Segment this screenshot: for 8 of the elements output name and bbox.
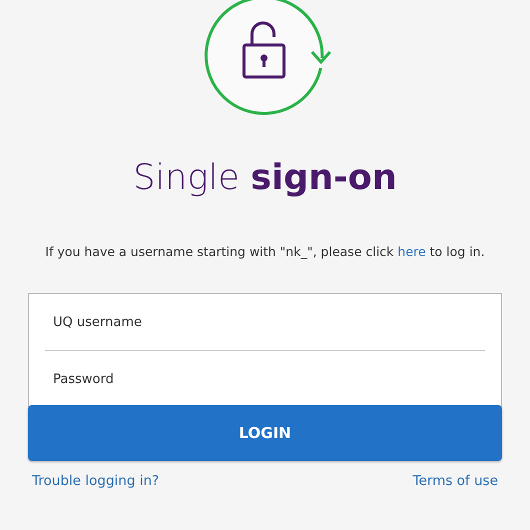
here-link[interactable]: here [398, 244, 426, 259]
input-field[interactable]: UQ username [28, 293, 502, 350]
page-title: Single sign-on [133, 158, 397, 198]
input-field[interactable]: Password [28, 351, 502, 407]
login-button[interactable]: LOGIN [28, 405, 502, 461]
notice-text: If you have a username starting with "nk_", please click here to log in. [45, 244, 485, 259]
footer-link[interactable]: Terms of use [412, 473, 498, 489]
footer-link[interactable]: Trouble logging in? [32, 473, 160, 489]
